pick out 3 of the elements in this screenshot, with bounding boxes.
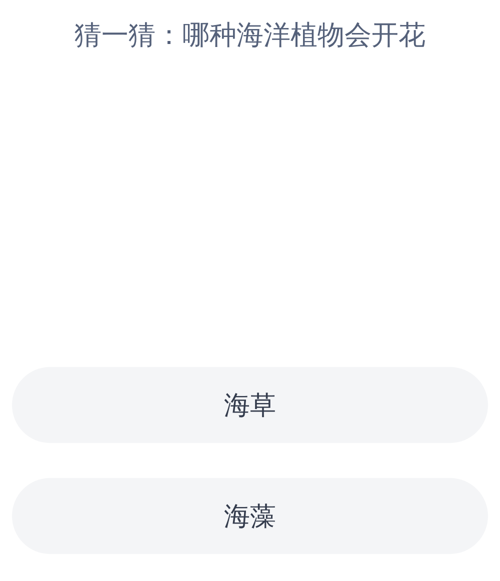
answer-option[interactable]: 海草 bbox=[12, 367, 488, 443]
answer-option[interactable]: 海藻 bbox=[12, 478, 488, 554]
question-title: 猜一猜：哪种海洋植物会开花 bbox=[74, 19, 426, 53]
